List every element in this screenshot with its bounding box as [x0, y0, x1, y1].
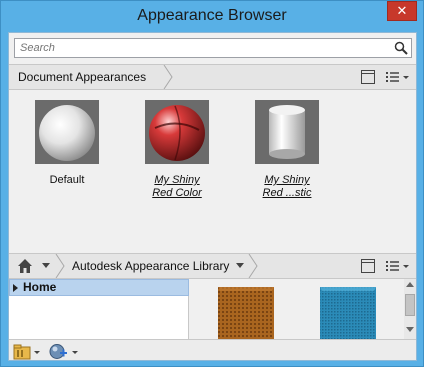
appearance-label[interactable]: My Shiny Red ...stic	[237, 174, 337, 200]
title-bar[interactable]: Appearance Browser ✕	[1, 1, 423, 32]
breadcrumb-separator-icon	[163, 65, 173, 89]
white-cylinder-thumbnail	[255, 100, 319, 164]
wood-cube-thumbnail[interactable]	[214, 287, 278, 339]
breadcrumb-separator-icon	[55, 254, 65, 278]
breadcrumb-separator-icon	[248, 254, 258, 278]
blue-cube-thumbnail[interactable]	[316, 287, 380, 339]
appearance-tile-shiny-red[interactable]: My Shiny Red Color	[127, 95, 227, 205]
search-box[interactable]	[14, 38, 412, 58]
appearance-browser-window: Appearance Browser ✕ Document Appearance…	[0, 0, 424, 367]
panel-view-icon[interactable]	[360, 258, 376, 274]
library-scrollbar[interactable]	[404, 279, 416, 339]
red-sphere-thumbnail	[145, 100, 209, 164]
close-button[interactable]: ✕	[387, 1, 417, 21]
scroll-up-icon[interactable]	[406, 282, 414, 288]
library-appearances-grid	[190, 279, 416, 339]
home-icon[interactable]	[17, 258, 33, 274]
chevron-down-icon[interactable]	[42, 263, 50, 269]
tree-item-label: Home	[23, 280, 57, 294]
library-manage-icon[interactable]	[13, 343, 41, 360]
library-bar: Autodesk Appearance Library	[9, 253, 416, 279]
breadcrumb-autodesk-library[interactable]: Autodesk Appearance Library	[72, 254, 229, 278]
appearance-label: Default	[49, 174, 85, 186]
document-appearances-grid: Default My Shiny Red Color My Shiny Red …	[9, 90, 416, 252]
appearance-tile-default[interactable]: Default	[17, 95, 117, 205]
library-tree: Home	[9, 279, 189, 339]
create-appearance-icon[interactable]	[49, 343, 79, 360]
appearance-label[interactable]: My Shiny Red Color	[127, 174, 227, 200]
list-view-dropdown-icon[interactable]	[385, 258, 411, 274]
window-title: Appearance Browser	[137, 7, 287, 24]
panel-view-icon[interactable]	[360, 69, 376, 85]
tree-item-home[interactable]: Home	[9, 279, 189, 296]
appearance-tile-shiny-red-plastic[interactable]: My Shiny Red ...stic	[237, 95, 337, 205]
breadcrumb-document-appearances[interactable]: Document Appearances	[18, 65, 146, 89]
scrollbar-thumb[interactable]	[405, 294, 415, 316]
expand-caret-icon[interactable]	[13, 284, 18, 292]
search-input[interactable]	[15, 39, 391, 57]
search-icon[interactable]	[394, 41, 408, 55]
bottom-toolbar	[9, 339, 416, 360]
document-appearances-bar: Document Appearances	[9, 64, 416, 90]
scroll-down-icon[interactable]	[406, 327, 414, 333]
chevron-down-icon[interactable]	[236, 263, 244, 269]
list-view-dropdown-icon[interactable]	[385, 69, 411, 85]
default-sphere-thumbnail	[35, 100, 99, 164]
browser-client-area: Document Appearances	[8, 32, 417, 361]
